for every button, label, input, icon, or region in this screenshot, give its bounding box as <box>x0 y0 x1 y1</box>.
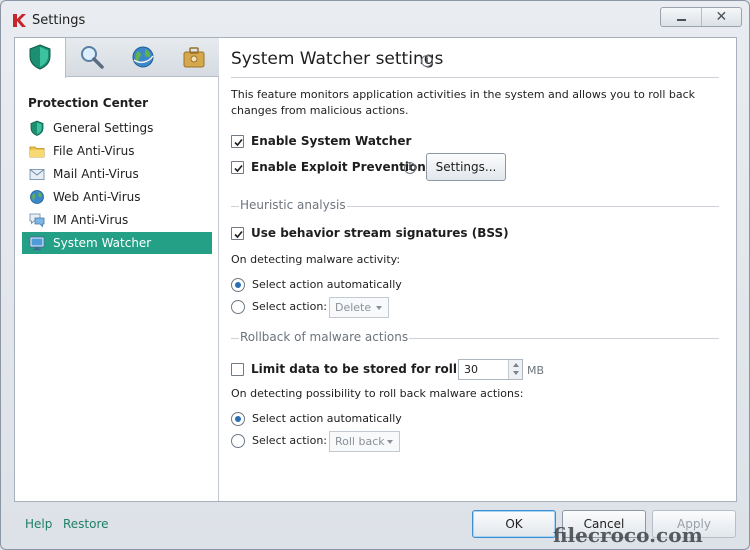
info-icon[interactable]: i <box>421 55 433 67</box>
shield-icon <box>29 44 51 70</box>
sidebar: Protection Center General Settings File … <box>15 38 219 501</box>
checkbox-box[interactable] <box>231 135 244 148</box>
stepper-buttons[interactable] <box>508 360 522 379</box>
heuristic-manual-radio[interactable]: Select action: <box>231 299 331 317</box>
globe-icon <box>30 190 44 204</box>
heuristic-auto-radio[interactable]: Select action automatically <box>231 277 402 295</box>
chevron-up-icon[interactable] <box>513 363 519 367</box>
shield-icon <box>30 120 44 136</box>
sidebar-item-label: General Settings <box>53 121 154 135</box>
tab-update[interactable] <box>117 38 168 77</box>
bss-checkbox[interactable]: Use behavior stream signatures (BSS) <box>231 226 509 244</box>
sidebar-item-file-anti-virus[interactable]: File Anti-Virus <box>22 140 212 162</box>
close-button[interactable]: ✕ <box>700 8 742 26</box>
sidebar-item-label: Mail Anti-Virus <box>53 167 139 181</box>
rollback-manual-radio[interactable]: Select action: <box>231 433 331 451</box>
sidebar-item-label: System Watcher <box>53 236 152 250</box>
category-tabs <box>15 38 219 78</box>
dropdown-value: Delete <box>335 301 372 314</box>
checkmark-icon <box>234 164 243 173</box>
enable-exploit-prevention-checkbox[interactable]: Enable Exploit Prevention <box>231 160 426 178</box>
title-bar[interactable]: Settings ✕ <box>1 1 749 37</box>
monitor-icon <box>29 236 45 251</box>
sidebar-item-web-anti-virus[interactable]: Web Anti-Virus <box>22 186 212 208</box>
heuristic-action-dropdown[interactable]: Delete <box>329 297 389 318</box>
sidebar-heading: Protection Center <box>28 96 149 110</box>
restore-link[interactable]: Restore <box>63 517 109 531</box>
settings-panel: System Watcher settings i This feature m… <box>220 38 736 501</box>
page-title: System Watcher settings <box>231 49 444 69</box>
section-title-heuristic: Heuristic analysis <box>239 198 347 212</box>
checkbox-label: Use behavior stream signatures (BSS) <box>251 226 509 240</box>
radio-label: Select action automatically <box>252 278 402 291</box>
ok-button[interactable]: OK <box>472 510 556 538</box>
minimize-icon <box>677 19 686 21</box>
size-unit: MB <box>527 364 545 377</box>
chat-icon <box>29 213 45 228</box>
radio-button[interactable] <box>231 434 245 448</box>
rollback-size-stepper[interactable]: 30 <box>458 359 523 380</box>
sidebar-item-label: IM Anti-Virus <box>53 213 129 227</box>
watermark: filecroco.com <box>553 523 703 547</box>
title-divider <box>231 77 719 78</box>
sidebar-item-mail-anti-virus[interactable]: Mail Anti-Virus <box>22 163 212 185</box>
toolbox-icon <box>183 47 205 68</box>
radio-button[interactable] <box>231 278 245 292</box>
sidebar-item-im-anti-virus[interactable]: IM Anti-Virus <box>22 209 212 231</box>
checkmark-icon <box>234 230 243 239</box>
radio-label: Select action: <box>252 300 327 313</box>
settings-window: Settings ✕ Protection Center General Set… <box>0 0 750 550</box>
help-link[interactable]: Help <box>25 517 52 531</box>
globe-icon <box>132 46 154 68</box>
minimize-button[interactable] <box>661 8 701 26</box>
sidebar-item-label: Web Anti-Virus <box>53 190 141 204</box>
chevron-down-icon <box>376 306 382 310</box>
window-controls: ✕ <box>660 7 742 27</box>
window-title: Settings <box>32 13 86 28</box>
checkbox-label: Enable System Watcher <box>251 134 412 148</box>
rollback-detect-label: On detecting possibility to roll back ma… <box>231 387 524 400</box>
checkbox-box[interactable] <box>231 227 244 240</box>
limit-rollback-checkbox[interactable]: Limit data to be stored for rollback: <box>231 362 494 380</box>
checkbox-label: Enable Exploit Prevention <box>251 160 426 174</box>
checkbox-box[interactable] <box>231 363 244 376</box>
settings-client-area: Protection Center General Settings File … <box>14 37 737 502</box>
exploit-settings-button[interactable]: Settings... <box>426 153 506 181</box>
folder-icon <box>29 146 45 158</box>
enable-system-watcher-checkbox[interactable]: Enable System Watcher <box>231 134 411 152</box>
rollback-auto-radio[interactable]: Select action automatically <box>231 411 402 429</box>
close-icon: ✕ <box>715 9 728 25</box>
chevron-down-icon <box>387 440 393 444</box>
section-title-rollback: Rollback of malware actions <box>239 330 410 344</box>
envelope-icon <box>29 169 45 180</box>
tab-tools[interactable] <box>168 38 219 77</box>
dropdown-value: Roll back <box>335 435 385 448</box>
stepper-value: 30 <box>464 363 478 376</box>
radio-label: Select action: <box>252 434 327 447</box>
magnifier-icon <box>81 46 104 69</box>
chevron-down-icon[interactable] <box>513 371 519 375</box>
radio-button[interactable] <box>231 300 245 314</box>
sidebar-item-general-settings[interactable]: General Settings <box>22 117 212 139</box>
feature-description: This feature monitors application activi… <box>231 88 696 117</box>
info-icon[interactable]: i <box>404 162 416 174</box>
heuristic-detect-label: On detecting malware activity: <box>231 253 401 266</box>
tab-protection[interactable] <box>15 38 66 78</box>
radio-label: Select action automatically <box>252 412 402 425</box>
kaspersky-logo-icon <box>13 14 26 27</box>
sidebar-item-label: File Anti-Virus <box>53 144 135 158</box>
sidebar-item-system-watcher[interactable]: System Watcher <box>22 232 212 254</box>
rollback-action-dropdown[interactable]: Roll back <box>329 431 400 452</box>
checkmark-icon <box>234 138 243 147</box>
tab-scan[interactable] <box>66 38 117 77</box>
radio-button[interactable] <box>231 412 245 426</box>
checkbox-box[interactable] <box>231 161 244 174</box>
